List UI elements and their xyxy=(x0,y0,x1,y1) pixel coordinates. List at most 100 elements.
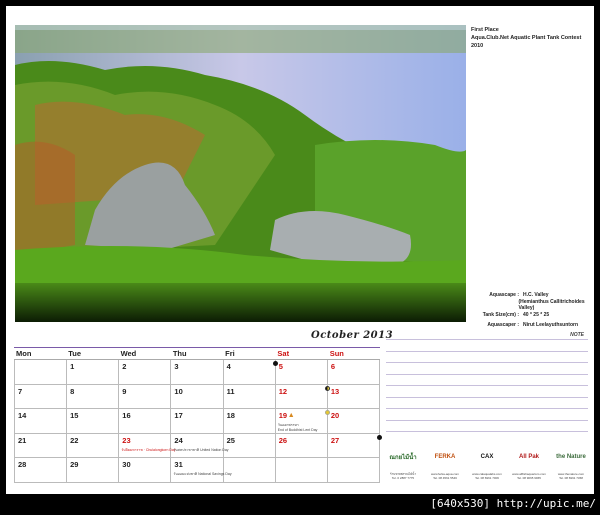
sponsor-logos: ณกยไม้น้ำร้านขายพรรณไม้น้ำ Tel. 0 2887 7… xyxy=(384,444,590,488)
day-cell xyxy=(15,360,68,385)
note-line xyxy=(386,350,588,352)
notes-title: NOTE xyxy=(570,332,584,338)
day-number: 12 xyxy=(278,386,288,396)
note-line xyxy=(386,362,588,363)
day-number: 11 xyxy=(226,386,235,396)
day-number: 20 xyxy=(330,411,340,420)
weekday-label: Sat xyxy=(277,349,290,358)
day-number: 7 xyxy=(18,386,23,396)
day-number: 3 xyxy=(174,362,179,371)
day-cell: 7 xyxy=(15,384,68,409)
day-number: 25 xyxy=(226,435,235,445)
day-cell: 1 xyxy=(67,360,120,385)
day-number: 23 xyxy=(122,435,131,445)
day-grid: 1 2 3 4 5 6 7 8 9 10 11 12 13 14 15 16 17 18 19 ▲ วันออกพรรษ… xyxy=(14,360,382,483)
weekday-header: Mon Tue Wed Thu Fri Sat Sun xyxy=(14,347,380,360)
day-number: 26 xyxy=(278,435,288,445)
day-cell: 18 xyxy=(223,409,276,434)
weekday-label: Wed xyxy=(120,349,137,358)
notes-area: NOTE xyxy=(386,330,588,432)
day-number: 13 xyxy=(330,386,340,396)
day-number: 4 xyxy=(226,362,231,371)
day-number: 6 xyxy=(330,362,336,371)
note-line xyxy=(386,396,588,398)
day-cell: 15 xyxy=(67,409,120,434)
day-cell: 2 xyxy=(119,360,172,385)
holiday-note: วันออกพรรษา End of Buddhist Lent Day xyxy=(277,423,318,432)
award-place: First Place xyxy=(471,27,499,33)
day-cell: 11 xyxy=(223,384,276,409)
sponsor-logo: ณกยไม้น้ำร้านขายพรรณไม้น้ำ Tel. 0 2887 7… xyxy=(384,444,422,488)
day-cell: 24 วันสหประชาชาติ United Nation Day xyxy=(171,433,229,458)
day-cell: 26 xyxy=(275,433,328,458)
day-cell: 29 xyxy=(67,458,120,483)
day-cell: 23 วันปิยมหาราช · Chulalongkorn Day xyxy=(119,433,176,458)
day-cell: 10 xyxy=(171,384,224,409)
day-cell: 12 xyxy=(275,384,330,409)
month-title: October 2013 xyxy=(311,330,394,341)
weekday-label: Fri xyxy=(225,349,235,358)
sponsor-contact: www.calaqualabs.com Tel. 08 6961 7006 xyxy=(472,472,502,480)
day-number: 21 xyxy=(18,435,27,445)
day-cell: 20 xyxy=(327,409,380,434)
day-cell: 27 xyxy=(327,433,382,458)
note-line xyxy=(386,419,588,421)
note-line xyxy=(386,385,588,386)
day-number: 29 xyxy=(70,460,79,469)
sponsor-logo: the Nature www.thenature.com Tel. 08 6991… xyxy=(552,444,590,488)
day-cell: 4 xyxy=(223,360,278,385)
footer-bar: [640x530] http://upic.me/ xyxy=(0,494,600,515)
weekday-label: Tue xyxy=(68,349,82,358)
holiday-note: วันสหประชาชาติ United Nation Day xyxy=(173,447,229,452)
day-number: 16 xyxy=(122,411,131,420)
sponsor-contact: www.allfishaquarium.com Tel. 08 9065 996… xyxy=(512,472,546,480)
day-cell: 6 xyxy=(327,360,380,385)
holiday-note: วันปิยมหาราช · Chulalongkorn Day xyxy=(121,447,176,452)
weekday-label: Sun xyxy=(329,349,344,358)
day-number: 9 xyxy=(122,386,127,396)
sponsor-contact: www.thenature.com Tel. 08 6991 7368 xyxy=(557,472,585,480)
detail-value: Nirut Leelayuthsuntorn xyxy=(523,322,579,328)
moon-phase-icon xyxy=(376,434,382,440)
watermark-text: [640x530] http://upic.me/ xyxy=(430,497,596,510)
note-line xyxy=(386,373,588,375)
day-cell: 3 xyxy=(171,360,224,385)
award-info: First Place Aqua.Club.Net Aquatic Plant … xyxy=(471,26,594,50)
month-calendar: Mon Tue Wed Thu Fri Sat Sun 1 2 3 4 5 6 7 8 9 10 1… xyxy=(14,347,382,483)
calendar-page: First Place Aqua.Club.Net Aquatic Plant … xyxy=(6,6,594,494)
detail-label: Aquascape : xyxy=(489,292,519,298)
sponsor-name: FERKA xyxy=(434,454,456,460)
day-number: 22 xyxy=(70,435,79,445)
day-number: 15 xyxy=(70,411,79,420)
sponsor-logo: FERKA www.ferka-aqua.com Tel. 08 4561 554… xyxy=(426,444,464,488)
day-cell: 5 xyxy=(275,360,328,385)
day-number: 17 xyxy=(174,411,183,420)
day-cell: 8 xyxy=(67,384,120,409)
detail-value: 40 * 25 * 25 xyxy=(523,312,550,318)
day-number: 30 xyxy=(122,460,131,469)
detail-row: Tank Size(cm) : 40 * 25 * 25 xyxy=(471,310,594,320)
day-number: 1 xyxy=(70,362,75,371)
day-number: 2 xyxy=(122,362,127,371)
sponsor-contact: ร้านขายพรรณไม้น้ำ Tel. 0 2887 7775 xyxy=(389,472,417,480)
sponsor-contact: www.ferka-aqua.com Tel. 08 4561 5546 xyxy=(430,472,459,480)
note-line xyxy=(386,431,588,432)
day-number: 5 xyxy=(278,362,283,371)
sponsor-logo: All Pak www.allfishaquarium.com Tel. 08 9… xyxy=(510,444,548,488)
day-cell: 13 xyxy=(327,384,380,409)
day-number: 14 xyxy=(18,411,27,420)
weekday-label: Thu xyxy=(172,349,187,358)
sponsor-name: All Pak xyxy=(518,454,539,460)
day-cell: 28 xyxy=(15,458,68,483)
buddha-icon: ▲ xyxy=(287,412,295,419)
day-cell xyxy=(327,458,380,483)
weekday-label: Mon xyxy=(16,349,32,358)
sponsor-name: ณกยไม้น้ำ xyxy=(389,455,417,461)
sponsor-name: the Nature xyxy=(556,454,586,460)
day-number: 31 xyxy=(174,460,183,469)
day-cell: 14 xyxy=(15,409,68,434)
detail-label: Tank Size(cm) : xyxy=(482,312,519,318)
day-cell: 31 วันออมแห่งชาติ National Savings Day xyxy=(171,458,232,483)
day-cell: 22 xyxy=(67,433,120,458)
day-cell: 19 ▲ วันออกพรรษา End of Buddhist Lent Day xyxy=(275,409,330,434)
